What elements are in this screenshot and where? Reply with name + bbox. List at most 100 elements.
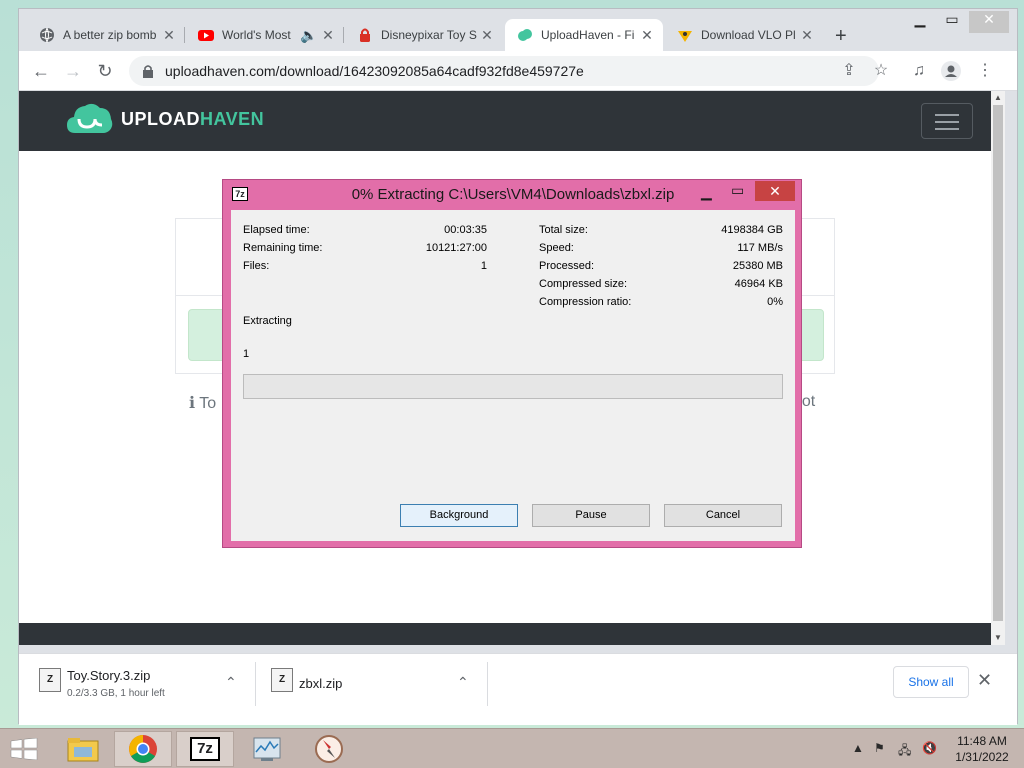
7zip-taskbar-icon[interactable]: 7z [176,731,234,767]
tab-vlo[interactable]: Download VLO Pl ✕ [665,19,823,51]
elapsed-value: 00:03:35 [444,224,487,236]
media-control-icon[interactable]: ♫ [909,61,929,81]
dialog-titlebar[interactable]: 7z 0% Extracting C:\Users\VM4\Downloads\… [223,180,801,208]
downloads-bar: Z Toy.Story.3.zip 0.2/3.3 GB, 1 hour lef… [19,653,1017,725]
compression-ratio-value: 0% [767,296,783,308]
background-button[interactable]: Background [400,504,518,527]
extract-progress-dialog: 7z 0% Extracting C:\Users\VM4\Downloads\… [222,179,802,548]
tray-overflow-icon[interactable]: ▲ [852,741,864,755]
compression-ratio-label: Compression ratio: [539,296,632,308]
close-downloads-icon[interactable]: ✕ [977,670,992,691]
download-status: 0.2/3.3 GB, 1 hour left [67,688,165,699]
close-icon[interactable]: ✕ [320,27,336,44]
address-bar[interactable]: uploadhaven.com/download/16423092085a64c… [129,56,879,86]
star-icon[interactable]: ☆ [871,61,891,81]
task-manager-icon[interactable] [238,731,296,767]
url-text: uploadhaven.com/download/16423092085a64c… [165,63,584,79]
close-icon[interactable]: ✕ [479,27,495,44]
clock-date: 1/31/2022 [955,750,1009,764]
profile-icon[interactable] [941,61,961,81]
new-tab-button[interactable]: + [835,25,847,48]
file-explorer-icon[interactable] [54,731,112,767]
dialog-close-icon[interactable]: ✕ [755,181,795,201]
site-header: UPLOADHAVEN [19,91,991,151]
zip-file-icon: Z [39,668,61,692]
tab-strip: A better zip bomb ✕ World's Most 🔈 ✕ Dis… [19,9,1017,51]
info-text: ℹ To [189,395,217,412]
system-clock[interactable]: 11:48 AM 1/31/2022 [946,733,1018,765]
download-item-zbxl[interactable]: Z zbxl.zip ⌃ [251,660,487,716]
progress-bar [243,374,783,399]
clock-time: 11:48 AM [957,734,1007,748]
youtube-icon [198,30,214,41]
share-icon[interactable]: ⇪ [839,61,859,81]
windows-start-icon[interactable] [10,738,38,760]
tab-label: A better zip bomb [63,28,157,42]
tab-label: Disneypixar Toy S [381,28,477,42]
download-name: zbxl.zip [299,676,343,691]
maximize-icon[interactable]: ▭ [937,11,967,33]
reload-icon[interactable]: ↻ [93,59,117,83]
pause-button[interactable]: Pause [532,504,650,527]
remaining-label: Remaining time: [243,242,323,254]
show-all-button[interactable]: Show all [893,666,969,698]
download-item-toy-story[interactable]: Z Toy.Story.3.zip 0.2/3.3 GB, 1 hour lef… [19,660,255,716]
site-logo[interactable]: UPLOADHAVEN [65,99,264,139]
back-arrow-icon[interactable]: ← [29,59,53,83]
tab-worlds-most[interactable]: World's Most 🔈 ✕ [186,19,344,51]
vlo-icon [678,31,692,42]
close-icon[interactable]: ✕ [161,27,177,44]
tab-separator [184,27,185,43]
hamburger-menu-icon[interactable] [921,103,973,139]
cloud-logo-icon [67,103,113,133]
total-size-label: Total size: [539,224,588,236]
minimize-icon[interactable]: ▁ [905,11,935,33]
volume-muted-icon[interactable]: 🔇 [922,741,937,755]
taskbar: 7z ▲ ⚑ 🖧 🔇 11:48 AM 1/31/2022 [0,728,1024,768]
dialog-body: Elapsed time: Remaining time: Files: 00:… [231,210,795,541]
tab-disneypixar[interactable]: Disneypixar Toy S ✕ [345,19,503,51]
current-file-text: 1 [243,348,250,360]
close-icon[interactable]: ✕ [799,27,815,44]
globe-icon [40,27,54,43]
speaker-icon[interactable]: 🔈 [298,27,320,44]
dialog-maximize-icon[interactable]: ▭ [731,182,744,199]
speed-value: 117 MB/s [737,242,783,254]
tab-zip-bomb[interactable]: A better zip bomb ✕ [27,19,185,51]
site-footer [19,623,991,645]
compass-app-icon[interactable] [300,731,358,767]
page-scrollbar[interactable]: ▲ ▼ [991,91,1005,645]
scrollbar-thumb[interactable] [993,105,1003,621]
scroll-up-icon[interactable]: ▲ [991,93,1005,102]
processed-value: 25380 MB [732,260,783,272]
files-label: Files: [243,260,270,272]
total-size-value: 4198384 GB [721,224,783,236]
status-text: Extracting [243,315,292,327]
cancel-button[interactable]: Cancel [664,504,782,527]
remaining-value: 10121:27:00 [425,242,487,254]
dialog-title: 0% Extracting C:\Users\VM4\Downloads\zbx… [351,186,675,203]
kebab-menu-icon[interactable]: ⋮ [975,61,995,81]
download-divider [487,662,488,706]
scroll-down-icon[interactable]: ▼ [991,633,1005,642]
tab-label: UploadHaven - Fi [541,28,635,42]
tab-label: World's Most [222,28,291,42]
tab-label: Download VLO Pl [701,28,796,42]
close-icon[interactable]: ✕ [639,27,655,44]
chevron-up-icon[interactable]: ⌃ [225,674,237,691]
chrome-icon[interactable] [114,731,172,767]
files-value: 1 [480,260,487,272]
elapsed-label: Elapsed time: [243,224,310,236]
7zip-logo: 7z [190,737,220,761]
forward-arrow-icon[interactable]: → [61,59,85,83]
close-window-icon[interactable]: ✕ [969,11,1009,33]
action-center-flag-icon[interactable]: ⚑ [874,741,885,755]
compressed-size-value: 46964 KB [734,278,783,290]
tab-uploadhaven[interactable]: UploadHaven - Fi ✕ [505,19,663,51]
chevron-up-icon[interactable]: ⌃ [457,674,469,691]
network-icon[interactable]: 🖧 [898,741,911,762]
uploadhaven-icon [518,29,532,41]
tab-separator [343,27,344,43]
processed-label: Processed: [539,260,595,272]
dialog-minimize-icon[interactable]: ▁ [701,184,712,201]
